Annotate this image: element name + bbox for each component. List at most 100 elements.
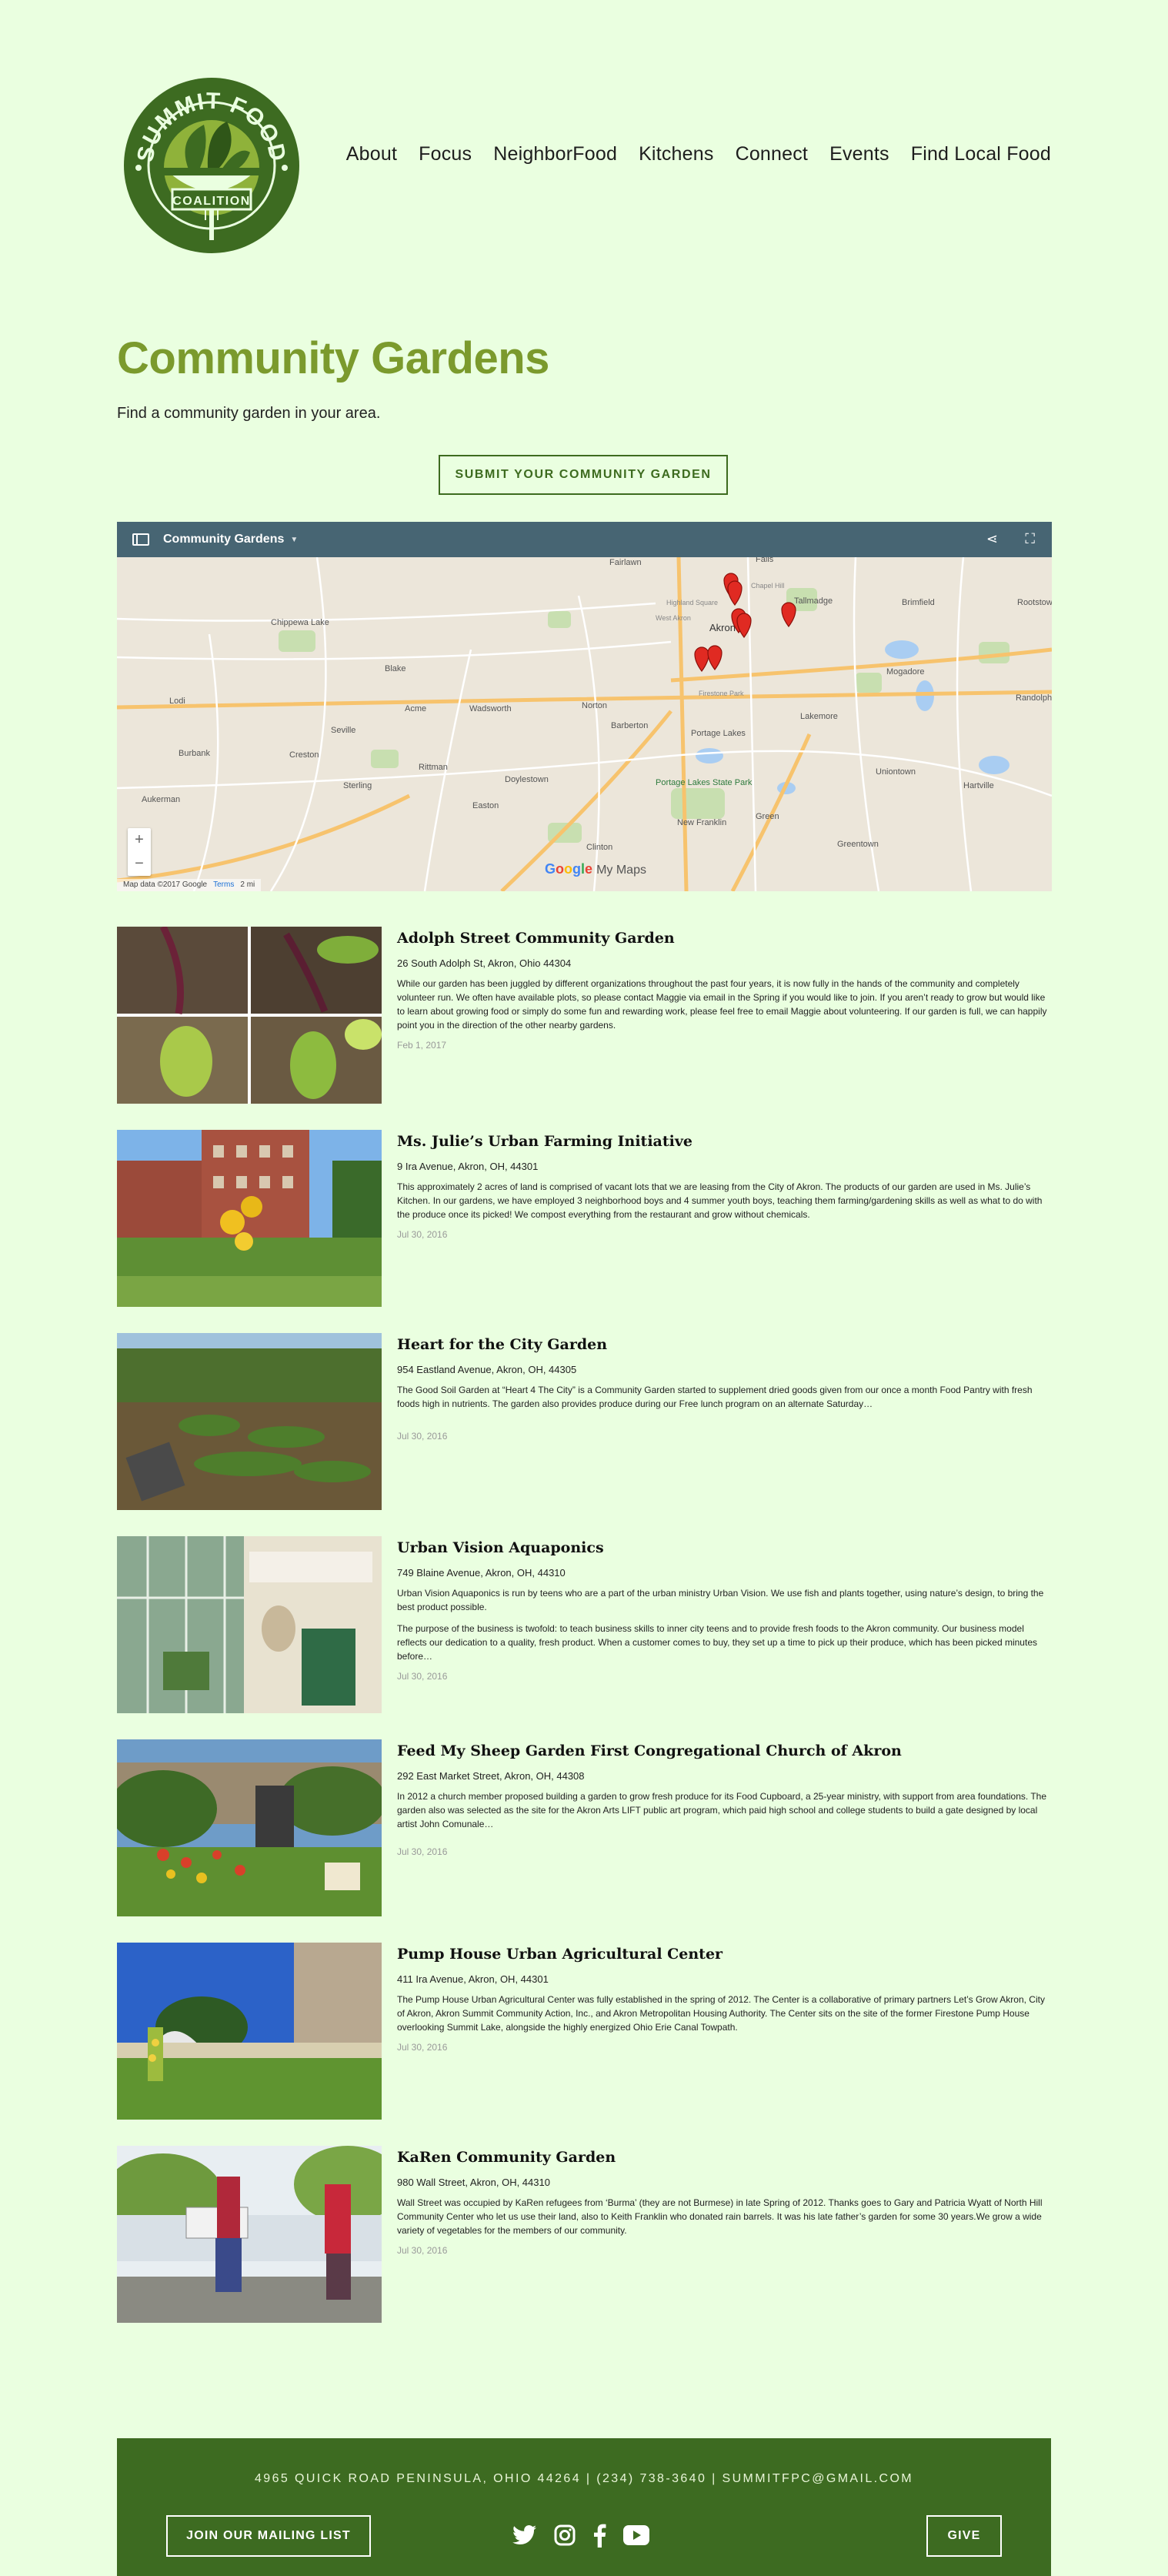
map-terms-link[interactable]: Terms <box>213 880 234 890</box>
map-place-label: Barberton <box>611 721 648 730</box>
map-place-label: Fairlawn <box>609 558 642 567</box>
garden-name[interactable]: Urban Vision Aquaponics <box>397 1539 1051 1556</box>
sidebar-icon[interactable] <box>132 533 149 546</box>
map-data-attribution: Map data ©2017 Google <box>123 880 208 889</box>
nav-about[interactable]: About <box>346 143 397 165</box>
map-title[interactable]: Community Gardens <box>163 533 284 546</box>
garden-description-2: The purpose of the business is twofold: … <box>397 1623 1037 1662</box>
garden-details: KaRen Community Garden 980 Wall Street, … <box>397 2149 1051 2256</box>
nav-focus[interactable]: Focus <box>419 143 472 165</box>
garden-photo[interactable] <box>117 1333 382 1510</box>
map-place-label: Randolph <box>1016 693 1052 703</box>
nav-events[interactable]: Events <box>829 143 889 165</box>
social-links <box>512 2523 649 2548</box>
map-place-label: Mogadore <box>886 667 925 677</box>
garden-address: 980 Wall Street, Akron, OH, 44310 <box>397 2177 550 2188</box>
garden-list-item: Adolph Street Community Garden 26 South … <box>117 927 1051 1104</box>
youtube-icon[interactable] <box>623 2525 649 2545</box>
nav-connect[interactable]: Connect <box>736 143 809 165</box>
submit-community-garden-button[interactable]: SUBMIT YOUR COMMUNITY GARDEN <box>439 455 728 495</box>
garden-date: Jul 30, 2016 <box>397 2245 448 2256</box>
garden-address: 292 East Market Street, Akron, OH, 44308 <box>397 1770 585 1782</box>
garden-description: While our garden has been juggled by dif… <box>397 978 1047 1031</box>
map-toolbar: Community Gardens ▼ ⋖ ⛶ <box>117 522 1052 557</box>
summit-food-coalition-logo[interactable]: SUMMIT FOOD COALITION <box>123 77 300 254</box>
garden-name[interactable]: Pump House Urban Agricultural Center <box>397 1946 1051 1963</box>
footer-contact-info: 4965 QUICK ROAD PENINSULA, OHIO 44264 | … <box>254 2472 914 2485</box>
map-place-label: Rootstow <box>1017 598 1052 607</box>
garden-date: Jul 30, 2016 <box>397 2042 448 2053</box>
garden-date: Feb 1, 2017 <box>397 1040 447 1051</box>
garden-name[interactable]: Feed My Sheep Garden First Congregationa… <box>397 1742 1051 1759</box>
map-place-label: Acme <box>405 704 426 713</box>
map-place-label: Aukerman <box>142 795 180 804</box>
zoom-in-icon[interactable]: + <box>128 828 151 852</box>
garden-details: Pump House Urban Agricultural Center 411… <box>397 1946 1051 2053</box>
garden-photo[interactable] <box>117 2146 382 2323</box>
map-place-label: Greentown <box>837 840 879 849</box>
garden-photo[interactable] <box>117 1536 382 1713</box>
garden-date: Jul 30, 2016 <box>397 1671 448 1682</box>
map-scale: 2 mi <box>240 880 255 889</box>
map-place-label: West Akron <box>656 614 691 622</box>
community-gardens-map[interactable]: Community Gardens ▼ ⋖ ⛶ Fairlawn Falls T… <box>117 522 1052 891</box>
garden-list-item: Urban Vision Aquaponics 749 Blaine Avenu… <box>117 1536 1051 1713</box>
garden-photo[interactable] <box>117 1943 382 2120</box>
garden-details: Ms. Julie’s Urban Farming Initiative 9 I… <box>397 1133 1051 1240</box>
join-mailing-list-button[interactable]: JOIN OUR MAILING LIST <box>166 2515 371 2557</box>
site-header: SUMMIT FOOD COALITION About Focus Neighb… <box>117 77 1051 254</box>
garden-address: 26 South Adolph St, Akron, Ohio 44304 <box>397 957 572 969</box>
garden-name[interactable]: Adolph Street Community Garden <box>397 930 1051 947</box>
google-my-maps-logo: Google My Maps <box>545 861 646 877</box>
garden-photo[interactable] <box>117 1739 382 1916</box>
map-place-label: Highland Square <box>666 599 718 606</box>
map-place-label: Creston <box>289 750 319 760</box>
garden-name[interactable]: Heart for the City Garden <box>397 1336 1051 1353</box>
page-intro: Find a community garden in your area. <box>117 405 381 422</box>
facebook-icon[interactable] <box>592 2523 606 2548</box>
nav-find-local-food[interactable]: Find Local Food <box>911 143 1051 165</box>
garden-details: Urban Vision Aquaponics 749 Blaine Avenu… <box>397 1539 1051 1682</box>
garden-list-item: Ms. Julie’s Urban Farming Initiative 9 I… <box>117 1130 1051 1307</box>
garden-photo[interactable] <box>117 1130 382 1307</box>
map-place-label: Uniontown <box>876 767 916 777</box>
give-button[interactable]: GIVE <box>926 2515 1002 2557</box>
garden-date: Jul 30, 2016 <box>397 1431 448 1442</box>
map-zoom-controls: + − <box>128 828 151 876</box>
chevron-down-icon[interactable]: ▼ <box>290 536 298 544</box>
garden-address: 411 Ira Avenue, Akron, OH, 44301 <box>397 1973 549 1985</box>
map-place-label: Green <box>756 812 779 821</box>
garden-name[interactable]: Ms. Julie’s Urban Farming Initiative <box>397 1133 1051 1150</box>
twitter-icon[interactable] <box>512 2524 537 2546</box>
garden-details: Adolph Street Community Garden 26 South … <box>397 930 1051 1051</box>
garden-name[interactable]: KaRen Community Garden <box>397 2149 1051 2166</box>
map-place-label: Sterling <box>343 781 372 790</box>
instagram-icon[interactable] <box>554 2524 576 2546</box>
map-place-label: Firestone Park <box>699 690 744 697</box>
map-place-label: Lakemore <box>800 712 838 721</box>
garden-description: The Good Soil Garden at “Heart 4 The Cit… <box>397 1385 1033 1409</box>
fullscreen-icon[interactable]: ⛶ <box>1025 531 1035 547</box>
map-place-label: Seville <box>331 726 355 735</box>
garden-description: The Pump House Urban Agricultural Center… <box>397 1994 1045 2033</box>
map-place-label: Portage Lakes <box>691 729 746 738</box>
map-place-label: Lodi <box>169 697 185 706</box>
garden-list-item: Heart for the City Garden 954 Eastland A… <box>117 1333 1051 1510</box>
page-title: Community Gardens <box>117 333 549 383</box>
garden-photo[interactable] <box>117 927 382 1104</box>
map-canvas[interactable]: Fairlawn Falls Tallmadge Brimfield Roots… <box>117 557 1052 891</box>
map-place-label: Burbank <box>179 749 210 758</box>
garden-details: Heart for the City Garden 954 Eastland A… <box>397 1336 1051 1442</box>
map-place-label: Chapel Hill <box>751 582 785 590</box>
map-attribution: Map data ©2017 Google Terms 2 mi <box>117 879 262 891</box>
nav-kitchens[interactable]: Kitchens <box>639 143 714 165</box>
map-place-label: Doylestown <box>505 775 549 784</box>
map-place-label: Hartville <box>963 781 994 790</box>
nav-neighborfood[interactable]: NeighborFood <box>493 143 617 165</box>
map-place-label: Clinton <box>586 843 612 852</box>
garden-details: Feed My Sheep Garden First Congregationa… <box>397 1742 1051 1857</box>
zoom-out-icon[interactable]: − <box>128 852 151 876</box>
map-place-label: Norton <box>582 701 607 710</box>
share-icon[interactable]: ⋖ <box>986 531 998 547</box>
map-place-label: New Franklin <box>677 818 726 827</box>
